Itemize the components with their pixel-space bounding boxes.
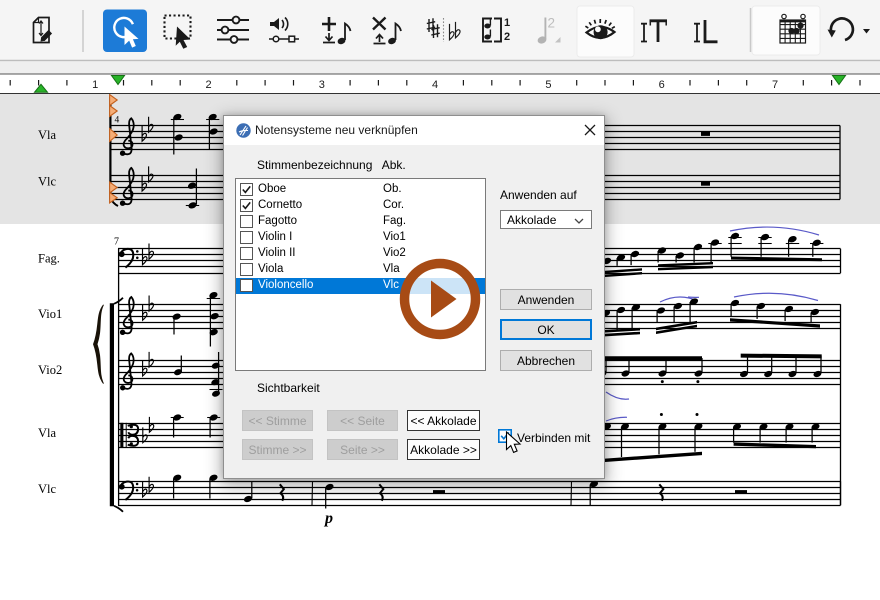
svg-text:6: 6 (659, 79, 665, 91)
svg-text:Vlc: Vlc (38, 175, 57, 189)
svg-text:Vlc: Vlc (38, 482, 57, 496)
svg-text:Vla: Vla (38, 426, 57, 440)
svg-text:p: p (323, 510, 333, 527)
svg-text:1: 1 (504, 17, 510, 29)
svg-text:7: 7 (114, 237, 119, 248)
svg-text:4: 4 (115, 116, 120, 126)
svg-text:2: 2 (504, 31, 510, 43)
svg-text:7: 7 (772, 79, 778, 91)
svg-text:2: 2 (548, 16, 556, 31)
svg-text:Vio1: Vio1 (38, 307, 62, 321)
svg-text:1: 1 (92, 79, 98, 91)
svg-text:4: 4 (432, 79, 438, 91)
svg-text:3: 3 (319, 79, 325, 91)
svg-text:Vla: Vla (38, 128, 57, 142)
svg-text:Vio2: Vio2 (38, 363, 62, 377)
svg-text:Fag.: Fag. (38, 252, 60, 266)
svg-text:5: 5 (545, 79, 551, 91)
svg-text:2: 2 (205, 79, 211, 91)
